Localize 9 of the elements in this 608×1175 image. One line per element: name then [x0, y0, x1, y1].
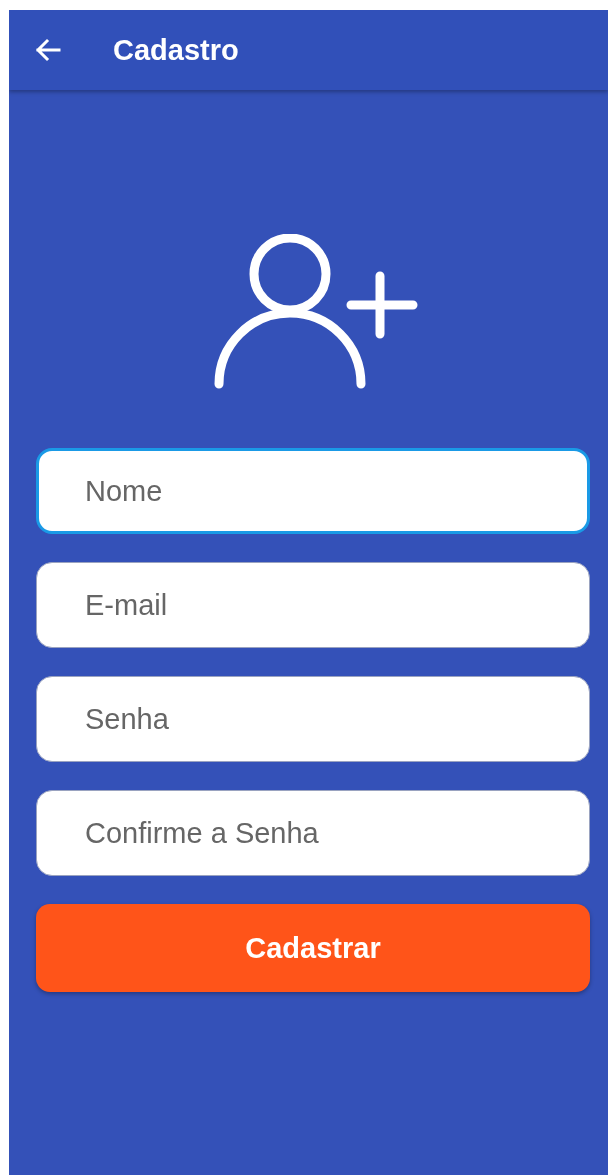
input-field[interactable]: Senha	[36, 676, 590, 762]
back-button[interactable]	[35, 38, 61, 62]
add-user-icon	[214, 234, 418, 390]
back-arrow-icon	[35, 38, 61, 62]
input-field[interactable]: Nome	[36, 448, 590, 534]
input-field[interactable]: Confirme a Senha	[36, 790, 590, 876]
input-field[interactable]: E-mail	[36, 562, 590, 648]
screen-title: Cadastro	[113, 33, 239, 67]
register-button[interactable]: Cadastrar	[36, 904, 590, 992]
